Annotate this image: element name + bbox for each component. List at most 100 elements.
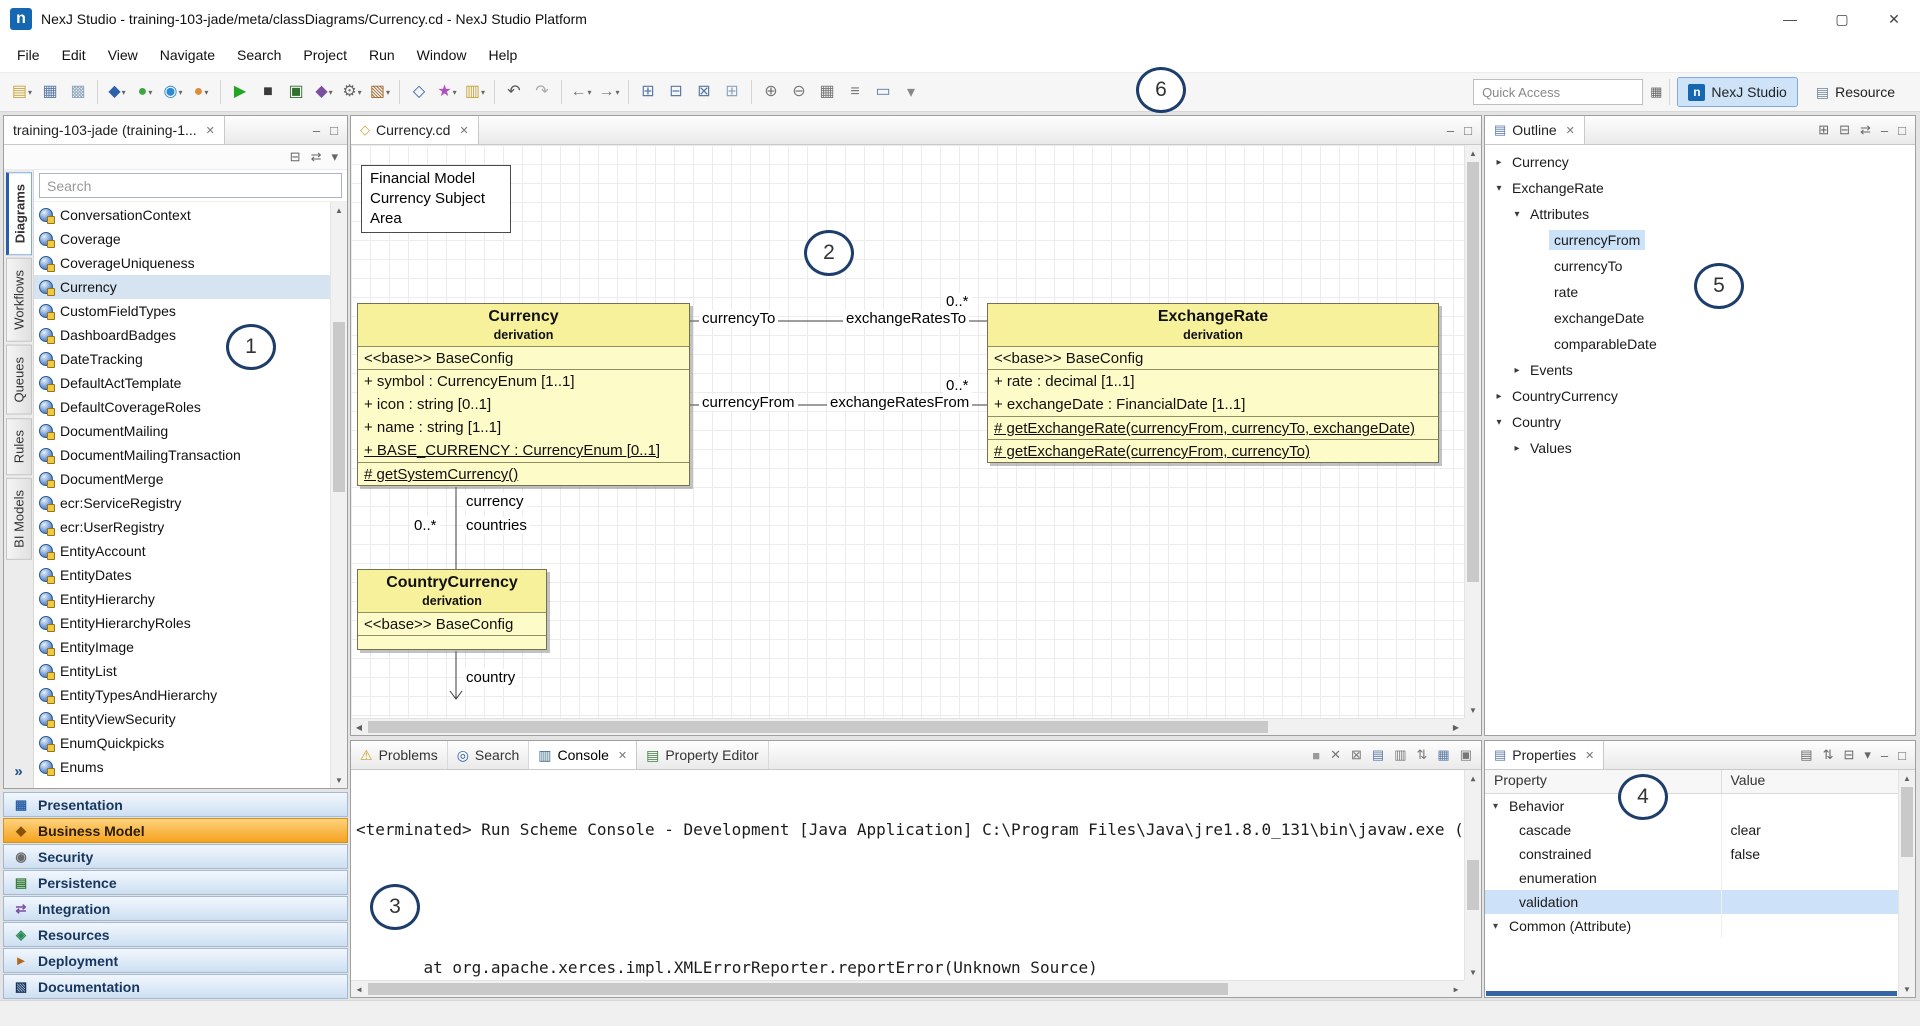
tab-search[interactable]: ◎ Search ✕ [448, 741, 530, 769]
minimize-panel-icon[interactable]: – [1881, 748, 1888, 763]
menu-item[interactable]: File [6, 40, 51, 70]
close-icon[interactable]: ✕ [1566, 124, 1575, 137]
side-tab-rules[interactable]: Rules [6, 418, 32, 475]
property-row[interactable]: constrained false [1485, 842, 1915, 866]
editor-vscrollbar[interactable]: ▲ ▼ [1464, 145, 1481, 718]
maximize-button[interactable]: ▢ [1816, 0, 1868, 38]
show-categories-icon[interactable]: ▤ [1800, 747, 1812, 763]
maximize-panel-icon[interactable]: □ [1464, 123, 1472, 138]
chevron-icon[interactable]: ▾ [1493, 921, 1505, 932]
perspective-nexj-studio-button[interactable]: n NexJ Studio [1677, 77, 1797, 107]
scroll-left-icon[interactable]: ◀ [351, 981, 367, 997]
chevron-icon[interactable]: ▾ [1491, 183, 1507, 194]
outline-node[interactable]: exchangeDate [1485, 305, 1915, 331]
model-list-item[interactable]: ConversationContext [34, 203, 330, 227]
forward-button[interactable]: → ▾ [595, 78, 623, 106]
model-list-item[interactable]: CoverageUniqueness [34, 251, 330, 275]
outline-node[interactable]: ▸ Values [1485, 435, 1915, 461]
column-header-property[interactable]: Property [1485, 770, 1722, 793]
wizard-button[interactable]: ★ ▾ [433, 78, 461, 106]
scroll-down-icon[interactable]: ▼ [1465, 964, 1481, 980]
scroll-down-icon[interactable]: ▼ [1465, 702, 1481, 718]
hierarchy-view-button[interactable]: ⊞ ▾ [634, 78, 662, 106]
scroll-left-icon[interactable]: ◀ [351, 719, 367, 735]
model-list-item[interactable]: EntityHierarchyRoles [34, 611, 330, 635]
class-country-currency[interactable]: CountryCurrency derivation <<base>> Base… [357, 569, 547, 650]
side-tab-diagrams[interactable]: Diagrams [6, 172, 32, 255]
editor-tab-currency-cd[interactable]: ◇ Currency.cd ✕ [351, 116, 479, 144]
chevron-icon[interactable]: ▸ [1491, 157, 1507, 168]
terminate-icon[interactable]: ■ [1312, 748, 1320, 763]
refresh-model-button[interactable]: ● ▾ [131, 78, 159, 106]
console-hscrollbar[interactable]: ◀ ▶ [351, 980, 1464, 997]
close-icon[interactable]: ✕ [1585, 749, 1594, 762]
tools-button[interactable]: ⚙ ▾ [338, 78, 366, 106]
tab-property-editor[interactable]: ▤ Property Editor ✕ [637, 741, 769, 769]
outline-node[interactable]: ▾ ExchangeRate [1485, 175, 1915, 201]
remove-all-icon[interactable]: ⊠ [1351, 747, 1362, 763]
open-perspective-icon[interactable]: ▦ [1650, 84, 1662, 100]
model-library-button[interactable]: ◆ ▾ [310, 78, 338, 106]
save-all-button[interactable]: ▩ ▾ [64, 78, 92, 106]
menu-item[interactable]: View [97, 40, 149, 70]
tree-view-button[interactable]: ⊞ ▾ [718, 78, 746, 106]
scroll-up-icon[interactable]: ▲ [331, 202, 347, 218]
class-exchange-rate[interactable]: ExchangeRate derivation <<base>> BaseCon… [987, 303, 1439, 463]
model-explorer-button[interactable]: ◆ ▾ [103, 78, 131, 106]
column-header-value[interactable]: Value [1722, 770, 1916, 793]
outline-node[interactable]: ▸ Currency [1485, 149, 1915, 175]
user-registry-button[interactable]: ● ▾ [187, 78, 215, 106]
outline-node[interactable]: ▸ CountryCurrency [1485, 383, 1915, 409]
scroll-down-icon[interactable]: ▼ [1899, 981, 1915, 997]
new-wizard-button[interactable]: ▤ ▾ [8, 78, 36, 106]
property-row[interactable]: validation [1485, 890, 1915, 914]
model-list-item[interactable]: DocumentMailingTransaction [34, 443, 330, 467]
redo-button[interactable]: ↷ ▾ [528, 78, 556, 106]
console-vscrollbar[interactable]: ▲ ▼ [1464, 770, 1481, 980]
generate-button[interactable]: ▥ ▾ [461, 78, 489, 106]
scroll-right-icon[interactable]: ▶ [1448, 719, 1464, 735]
properties-hscrollbar[interactable] [1486, 991, 1897, 996]
layer-presentation[interactable]: ▦ Presentation [3, 792, 348, 817]
run-button[interactable]: ▶ ▾ [226, 78, 254, 106]
diagram-note[interactable]: Financial ModelCurrency SubjectArea [361, 165, 511, 233]
packages-button[interactable]: ▧ ▾ [366, 78, 394, 106]
menu-item[interactable]: Help [477, 40, 528, 70]
scrollbar-thumb[interactable] [1467, 162, 1479, 582]
outline-node[interactable]: comparableDate [1485, 331, 1915, 357]
model-list-item[interactable]: DefaultCoverageRoles [34, 395, 330, 419]
explorer-vscrollbar[interactable]: ▲ ▼ [330, 202, 347, 788]
explorer-tab[interactable]: training-103-jade (training-1... ✕ [4, 116, 225, 144]
scrollbar-thumb[interactable] [333, 322, 345, 492]
scrollbar-thumb[interactable] [368, 721, 1268, 733]
chevron-icon[interactable]: ▾ [1491, 417, 1507, 428]
scrollbar-thumb[interactable] [1901, 787, 1913, 857]
layer-persistence[interactable]: ▤ Persistence [3, 870, 348, 895]
class-currency[interactable]: Currency derivation <<base>> BaseConfig … [357, 303, 690, 486]
view-menu-icon[interactable]: ▾ [1864, 747, 1871, 763]
tab-problems[interactable]: ⚠ Problems ✕ [351, 741, 448, 769]
maximize-panel-icon[interactable]: □ [330, 123, 338, 138]
terminate-button[interactable]: ■ ▾ [254, 78, 282, 106]
model-list-item[interactable]: DocumentMerge [34, 467, 330, 491]
collapse-all-icon[interactable]: ⊟ [1843, 747, 1854, 763]
minimize-panel-icon[interactable]: – [1881, 123, 1888, 138]
layer-deployment[interactable]: ► Deployment [3, 948, 348, 973]
tab-console[interactable]: ▥ Console ✕ [529, 741, 637, 769]
minimize-button[interactable]: — [1764, 0, 1816, 38]
close-icon[interactable]: ✕ [459, 124, 468, 137]
properties-tab[interactable]: ▤ Properties ✕ [1485, 741, 1604, 769]
close-icon[interactable]: ✕ [206, 124, 215, 137]
menu-item[interactable]: Project [292, 40, 358, 70]
model-list-item[interactable]: EntityViewSecurity [34, 707, 330, 731]
minimize-panel-icon[interactable]: – [313, 123, 320, 138]
minimize-panel-icon[interactable]: – [1447, 123, 1454, 138]
close-button[interactable]: ✕ [1868, 0, 1920, 38]
scroll-up-icon[interactable]: ▲ [1465, 145, 1481, 161]
model-list-item[interactable]: DocumentMailing [34, 419, 330, 443]
clear-console-icon[interactable]: ▤ [1372, 747, 1384, 763]
model-list-item[interactable]: EntityTypesAndHierarchy [34, 683, 330, 707]
side-tabs-overflow[interactable]: » [14, 763, 22, 780]
outline-tab[interactable]: ▤ Outline ✕ [1485, 116, 1585, 144]
model-list-item[interactable]: EnumQuickpicks [34, 731, 330, 755]
